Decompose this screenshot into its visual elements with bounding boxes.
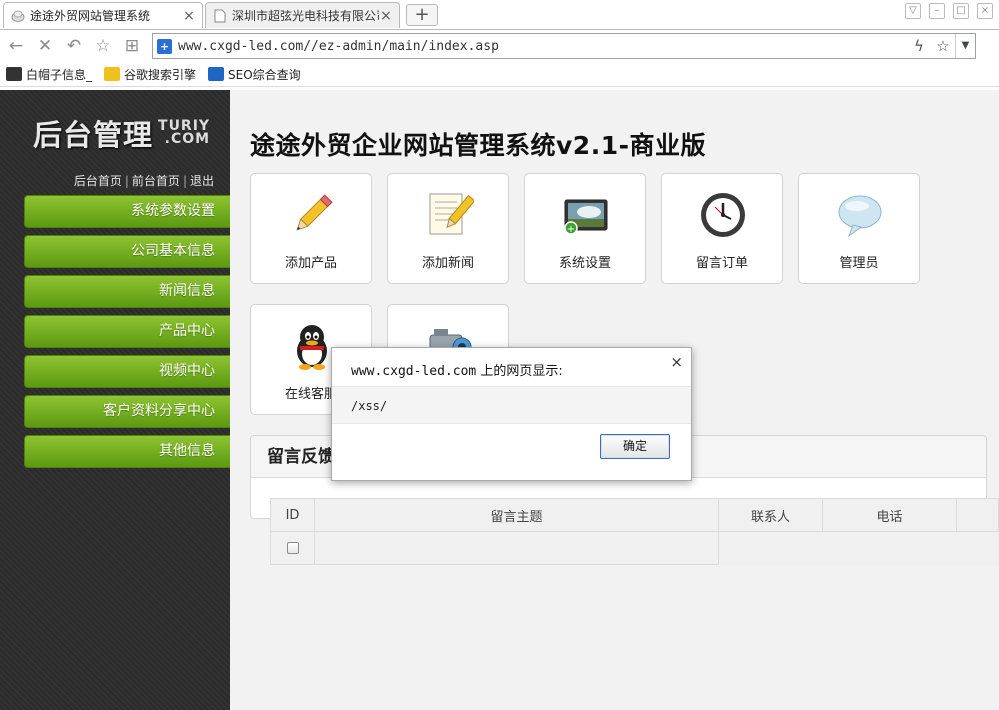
divider: | (182, 174, 187, 188)
alert-dialog: www.cxgd-led.com 上的网页显示: × /xss/ 确定 (331, 347, 692, 481)
apps-grid-icon[interactable]: ⊞ (119, 33, 145, 59)
dialog-title: www.cxgd-led.com 上的网页显示: (351, 360, 563, 379)
quick-tile-message-orders[interactable]: 留言订单 (661, 173, 783, 284)
dialog-header: www.cxgd-led.com 上的网页显示: × (332, 348, 691, 386)
bookmark-item[interactable]: 谷歌搜索引擎 (104, 66, 196, 83)
message-table: ID 留言主题 联系人 电话 (270, 498, 999, 565)
bookmark-item[interactable]: SEO综合查询 (208, 66, 301, 83)
bookmark-label: 白帽子信息_ (26, 67, 93, 82)
select-checkbox[interactable] (286, 542, 299, 554)
browser-toolbar: ← ✕ ↶ ☆ ⊞ + www.cxgd-led.com//ez-admin/m… (0, 30, 999, 62)
url-text[interactable]: www.cxgd-led.com//ez-admin/main/index.as… (178, 39, 907, 54)
table-cell (823, 532, 957, 565)
table-cell (957, 532, 999, 565)
sidebar-top-links: 后台首页 | 前台首页 | 退出 (74, 172, 214, 189)
row-checkbox-cell (270, 531, 315, 565)
close-window-icon[interactable]: × (977, 3, 993, 19)
back-icon[interactable]: ← (3, 33, 29, 59)
favorite-star-icon[interactable]: ☆ (90, 33, 116, 59)
column-header-subject[interactable]: 留言主题 (314, 498, 719, 532)
link-front-home[interactable]: 前台首页 (132, 174, 180, 188)
tile-label: 留言订单 (695, 256, 748, 271)
dialog-message: /xss/ (332, 386, 691, 424)
column-header-id[interactable]: ID (270, 498, 315, 532)
admin-sidebar: 后台管理 TURIY .COM 后台首页 | 前台首页 | 退出 系统参数设置 公司基本… (0, 90, 230, 710)
logo-sub-text: TURIY .COM (158, 119, 211, 147)
stop-icon[interactable]: ✕ (32, 33, 58, 59)
sidebar-item-other[interactable]: 其他信息 (24, 435, 230, 468)
speech-bubble-icon (835, 190, 885, 240)
divider: | (124, 174, 129, 188)
sidebar-item-news[interactable]: 新闻信息 (24, 275, 230, 308)
column-header-phone[interactable]: 电话 (822, 498, 957, 532)
bookmark-label: 谷歌搜索引擎 (124, 67, 197, 82)
logo-sub-bottom: .COM (164, 131, 211, 147)
column-header-extra (956, 498, 999, 532)
tile-label: 添加新闻 (421, 256, 474, 271)
bookmarks-bar: 白帽子信息_ 谷歌搜索引擎 SEO综合查询 (0, 62, 999, 87)
sidebar-menu: 系统参数设置 公司基本信息 新闻信息 产品中心 视频中心 客户资料分享中心 其他… (24, 195, 230, 475)
undo-icon[interactable]: ↶ (61, 33, 87, 59)
google-icon (104, 67, 121, 81)
new-tab-button[interactable]: + (406, 4, 438, 26)
browser-tab-bar: 途途外贸网站管理系统 × 深圳市超弦光电科技有限公司 × + ▽ – □ × (0, 0, 999, 30)
table-cell (314, 531, 719, 565)
bookmark-star-icon[interactable]: ☆ (931, 37, 955, 55)
dialog-title-host: www.cxgd-led.com (351, 364, 477, 379)
browser-tab-inactive[interactable]: 深圳市超弦光电科技有限公司 × (205, 2, 400, 28)
qq-penguin-icon (287, 321, 337, 371)
svg-text:+: + (567, 224, 575, 235)
bookmark-label: SEO综合查询 (228, 67, 301, 82)
logo-main-text: 后台管理 (33, 118, 154, 152)
screen-settings-icon: + (561, 190, 611, 240)
security-shield-icon: + (157, 38, 172, 54)
shirt-icon[interactable]: ▽ (905, 3, 921, 19)
sidebar-item-videos[interactable]: 视频中心 (24, 355, 230, 388)
restore-icon[interactable]: □ (953, 3, 969, 19)
document-pencil-icon (424, 190, 476, 240)
link-admin-home[interactable]: 后台首页 (74, 174, 122, 188)
table-header-row: ID 留言主题 联系人 电话 (270, 498, 999, 532)
page-favicon-icon (212, 8, 228, 24)
chevron-down-icon[interactable]: ▼ (955, 34, 975, 58)
ok-button[interactable]: 确定 (600, 434, 670, 459)
tab-title: 深圳市超弦光电科技有限公司 (232, 9, 379, 23)
quick-tile-system-settings[interactable]: + 系统设置 (524, 173, 646, 284)
bookmark-item[interactable]: 白帽子信息_ (6, 66, 92, 83)
table-row (270, 531, 999, 565)
page-favicon-icon (10, 8, 26, 24)
column-header-contact[interactable]: 联系人 (718, 498, 823, 532)
close-icon[interactable]: × (670, 353, 683, 371)
bookmark-icon (6, 67, 22, 81)
quick-tile-administrator[interactable]: 管理员 (798, 173, 920, 284)
tab-close-icon[interactable]: × (379, 8, 393, 24)
tile-label: 添加产品 (284, 256, 337, 271)
sidebar-item-customer-share[interactable]: 客户资料分享中心 (24, 395, 230, 428)
dialog-title-suffix: 上的网页显示: (476, 364, 563, 379)
pencil-icon (287, 190, 337, 240)
seo-icon (208, 67, 225, 81)
sidebar-item-company-info[interactable]: 公司基本信息 (24, 235, 230, 268)
table-cell (719, 532, 823, 565)
sidebar-item-products[interactable]: 产品中心 (24, 315, 230, 348)
site-logo: 后台管理 TURIY .COM (33, 112, 210, 154)
address-bar[interactable]: + www.cxgd-led.com//ez-admin/main/index.… (152, 33, 976, 59)
tile-label: 管理员 (839, 256, 879, 271)
window-controls: ▽ – □ × (905, 0, 999, 22)
clock-icon (698, 190, 748, 240)
minimize-icon[interactable]: – (929, 3, 945, 19)
quick-tile-add-product[interactable]: 添加产品 (250, 173, 372, 284)
quick-tile-add-news[interactable]: 添加新闻 (387, 173, 509, 284)
browser-tab-active[interactable]: 途途外贸网站管理系统 × (3, 2, 203, 28)
link-logout[interactable]: 退出 (190, 174, 214, 188)
page-title: 途途外贸企业网站管理系统v2.1-商业版 (250, 131, 706, 160)
tile-label: 系统设置 (558, 256, 611, 271)
tab-title: 途途外贸网站管理系统 (30, 9, 151, 23)
tab-close-icon[interactable]: × (182, 8, 196, 24)
lightning-icon[interactable]: ϟ (907, 37, 931, 55)
sidebar-item-system-params[interactable]: 系统参数设置 (24, 195, 230, 228)
